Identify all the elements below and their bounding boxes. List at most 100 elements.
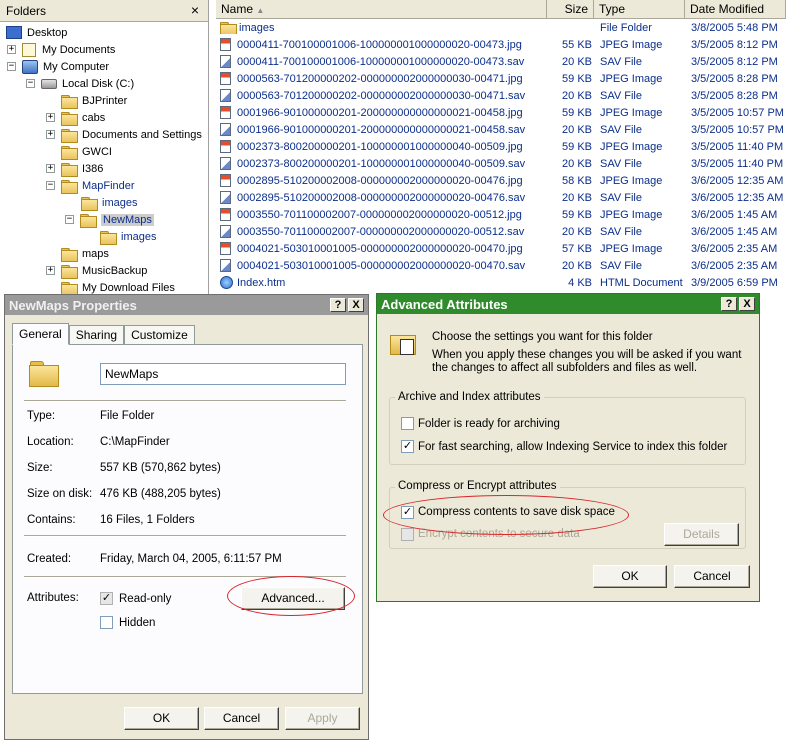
file-size: 59 KB (562, 140, 592, 153)
cancel-button[interactable]: Cancel (204, 707, 279, 730)
file-name-cell: images (216, 21, 547, 34)
file-date: 3/5/2005 8:12 PM (691, 55, 778, 68)
tree-item-my-download-files[interactable]: My Download Files (61, 279, 175, 295)
advanced-attributes-dialog: Advanced Attributes ? X Choose the setti… (376, 293, 760, 602)
tab-sharing[interactable]: Sharing (68, 325, 125, 345)
file-row[interactable]: 0002895-510200002008-000000002000000020-… (216, 172, 786, 189)
expand-plus-icon[interactable]: + (46, 113, 55, 122)
close-icon[interactable]: X (739, 297, 755, 311)
file-type: SAV File (600, 191, 642, 204)
file-name-cell: 0002895-510200002008-000000002000000020-… (216, 191, 547, 204)
file-row[interactable]: 0002895-510200002008-000000002000000020-… (216, 189, 786, 206)
tree-item-i386[interactable]: + I386 (46, 160, 103, 177)
file-row[interactable]: 0000563-701200000202-000000002000000030-… (216, 87, 786, 104)
file-row[interactable]: images File Folder 3/8/2005 5:48 PM (216, 19, 786, 36)
my-documents-icon (22, 42, 36, 57)
file-name: 0000411-700100001006-100000001000000020-… (237, 55, 525, 68)
file-size: 20 KB (562, 55, 592, 68)
tree-item-newmaps-images[interactable]: images (100, 228, 156, 245)
file-row[interactable]: 0002373-800200000201-100000001000000040-… (216, 138, 786, 155)
file-type: SAV File (600, 259, 642, 272)
help-icon[interactable]: ? (330, 298, 346, 312)
file-type: JPEG Image (600, 38, 663, 51)
column-header-name[interactable]: Name ▲ (216, 0, 547, 19)
file-date: 3/5/2005 8:12 PM (691, 38, 778, 51)
column-header-type[interactable]: Type (594, 0, 685, 19)
tab-general[interactable]: General (12, 323, 69, 345)
sav-icon (220, 259, 231, 272)
expand-plus-icon[interactable]: + (46, 130, 55, 139)
tree-item-my-documents[interactable]: + My Documents (7, 41, 115, 58)
tree-item-newmaps[interactable]: − NewMaps (65, 211, 154, 228)
file-size: 55 KB (562, 38, 592, 51)
details-button[interactable]: Details (664, 523, 739, 546)
file-row[interactable]: 0004021-503010001005-000000002000000020-… (216, 257, 786, 274)
file-name-cell: Index.htm (216, 276, 547, 289)
file-name-cell: 0004021-503010001005-000000002000000020-… (216, 259, 547, 272)
archive-checkbox[interactable] (401, 417, 414, 430)
tree-item-my-computer[interactable]: − My Computer (7, 58, 109, 75)
file-type: JPEG Image (600, 242, 663, 255)
collapse-minus-icon[interactable]: − (46, 181, 55, 190)
close-icon[interactable]: × (188, 3, 202, 18)
file-type: SAV File (600, 157, 642, 170)
tree-item-label: My Computer (43, 60, 110, 73)
general-tab-panel: NewMaps Type: File Folder Location: C:\M… (12, 344, 363, 694)
apply-button[interactable]: Apply (285, 707, 360, 730)
file-row[interactable]: Index.htm 4 KB HTML Document 3/9/2005 6:59 … (216, 274, 786, 291)
file-row[interactable]: 0001966-901000000201-200000000000000021-… (216, 121, 786, 138)
file-row[interactable]: 0000411-700100001006-100000001000000020-… (216, 36, 786, 53)
folder-icon (29, 361, 59, 387)
tree-item-musicbackup[interactable]: + MusicBackup (46, 262, 147, 279)
expand-plus-icon[interactable]: + (46, 266, 55, 275)
file-name-cell: 0003550-701100002007-000000002000000020-… (216, 208, 547, 221)
help-icon[interactable]: ? (721, 297, 737, 311)
file-row[interactable]: 0003550-701100002007-000000002000000020-… (216, 223, 786, 240)
size-value: 557 KB (570,862 bytes) (100, 462, 221, 474)
tree-item-desktop[interactable]: Desktop (6, 24, 67, 41)
jpg-icon (220, 72, 231, 85)
folder-name-field[interactable]: NewMaps (100, 363, 346, 385)
file-row[interactable]: 0000411-700100001006-100000001000000020-… (216, 53, 786, 70)
tree-item-label: GWCI (82, 145, 112, 158)
file-name: 0003550-701100002007-000000002000000020-… (237, 208, 522, 221)
folder-icon (61, 281, 78, 295)
file-name: 0002895-510200002008-000000002000000020-… (237, 191, 526, 204)
collapse-minus-icon[interactable]: − (7, 62, 16, 71)
size-on-disk-value: 476 KB (488,205 bytes) (100, 488, 221, 500)
collapse-minus-icon[interactable]: − (26, 79, 35, 88)
tree-item-mapfinder[interactable]: − MapFinder (46, 177, 135, 194)
file-row[interactable]: 0004021-503010001005-000000002000000020-… (216, 240, 786, 257)
tree-item-local-disk[interactable]: − Local Disk (C:) (26, 75, 134, 92)
cancel-button[interactable]: Cancel (674, 565, 750, 588)
expand-plus-icon[interactable]: + (46, 164, 55, 173)
close-icon[interactable]: X (348, 298, 364, 312)
column-header-date[interactable]: Date Modified (685, 0, 786, 19)
tree-item-label: Documents and Settings (82, 128, 202, 141)
index-checkbox[interactable]: ✓ (401, 440, 414, 453)
hidden-checkbox[interactable] (100, 616, 113, 629)
folder-icon (61, 111, 78, 126)
column-header-size[interactable]: Size (547, 0, 594, 19)
tree-item-bjprinter[interactable]: BJPrinter (61, 92, 127, 109)
tree-item-maps[interactable]: maps (61, 245, 109, 262)
file-row[interactable]: 0001966-901000000201-200000000000000021-… (216, 104, 786, 121)
tree-item-documents-and-settings[interactable]: + Documents and Settings (46, 126, 202, 143)
expand-plus-icon[interactable]: + (7, 45, 16, 54)
tree-item-label: NewMaps (101, 213, 154, 226)
file-row[interactable]: 0000563-701200000202-000000002000000030-… (216, 70, 786, 87)
folder-icon (61, 264, 78, 279)
file-row[interactable]: 0003550-701100002007-000000002000000020-… (216, 206, 786, 223)
encrypt-checkbox[interactable] (401, 528, 414, 541)
tree-item-gwci[interactable]: GWCI (61, 143, 112, 160)
ok-button[interactable]: OK (124, 707, 199, 730)
file-date: 3/6/2005 2:35 AM (691, 242, 778, 255)
collapse-minus-icon[interactable]: − (65, 215, 74, 224)
file-row[interactable]: 0002373-800200000201-100000001000000040-… (216, 155, 786, 172)
tree-item-mapfinder-images[interactable]: images (81, 194, 137, 211)
tab-customize[interactable]: Customize (124, 325, 195, 345)
tree-item-cabs[interactable]: + cabs (46, 109, 105, 126)
ok-button[interactable]: OK (593, 565, 667, 588)
readonly-checkbox[interactable]: ✓ (100, 592, 113, 605)
size-on-disk-label: Size on disk: (27, 488, 93, 500)
